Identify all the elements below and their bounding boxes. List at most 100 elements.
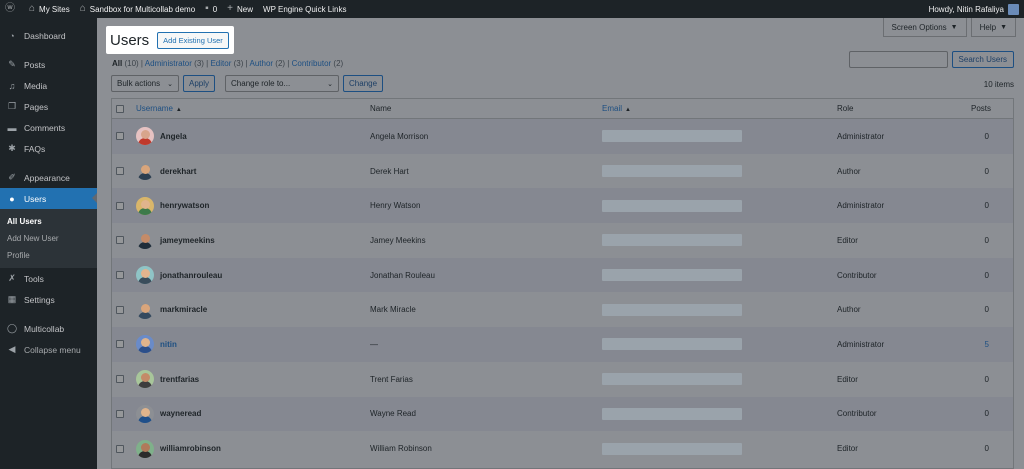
username-link[interactable]: jameymeekins xyxy=(160,236,215,245)
page-title: Users xyxy=(110,31,150,49)
howdy-label: Howdy, Nitin Rafaliya xyxy=(928,4,1004,14)
sidebar-item-label: Multicollab xyxy=(24,323,65,334)
sidebar-item-label: Collapse menu xyxy=(24,344,81,355)
user-posts-count[interactable]: 5 xyxy=(985,340,989,349)
user-full-name: Jamey Meekins xyxy=(370,235,426,245)
page-title-area: Users Add Existing User xyxy=(106,26,234,54)
username-link[interactable]: henrywatson xyxy=(160,201,209,210)
email-redacted xyxy=(602,165,742,178)
submenu-add-new-user[interactable]: Add New User xyxy=(0,230,97,247)
username-link[interactable]: jonathanrouleau xyxy=(160,271,222,280)
admin-bar: ⓦ ⌂ My Sites ⌂ Sandbox for Multicollab dem… xyxy=(0,0,1024,18)
user-posts-count: 0 xyxy=(984,166,989,176)
email-redacted xyxy=(602,407,742,420)
username-link[interactable]: williamrobinson xyxy=(160,444,221,453)
sidebar-item-appearance[interactable]: ✐ Appearance xyxy=(0,167,97,188)
submenu-profile[interactable]: Profile xyxy=(0,247,97,264)
username-link[interactable]: trentfarias xyxy=(160,375,199,384)
sidebar-item-multicollab[interactable]: ◯ Multicollab xyxy=(0,318,97,339)
filter-contributor-count: (2) xyxy=(333,59,344,68)
filter-administrator[interactable]: Administrator xyxy=(145,59,192,68)
user-full-name: — xyxy=(370,339,378,349)
account-menu[interactable]: Howdy, Nitin Rafaliya xyxy=(924,0,1024,18)
dashboard-icon: ◔ xyxy=(9,30,15,41)
sidebar-item-pages[interactable]: ❐ Pages xyxy=(0,96,97,117)
comments-menu[interactable]: ▪ 0 xyxy=(200,0,222,18)
site-name-menu[interactable]: ⌂ Sandbox for Multicollab demo xyxy=(75,0,200,18)
column-posts: Posts xyxy=(970,104,991,113)
row-checkbox[interactable] xyxy=(116,375,124,384)
filter-contributor[interactable]: Contributor xyxy=(292,59,332,68)
avatar xyxy=(136,404,154,423)
row-checkbox[interactable] xyxy=(116,201,124,210)
sidebar-item-comments[interactable]: ▬ Comments xyxy=(0,117,97,138)
user-search-box: Search Users xyxy=(848,51,1014,68)
sidebar-item-tools[interactable]: ✗ Tools xyxy=(0,268,97,289)
faq-icon: ✱ xyxy=(8,143,16,153)
row-checkbox[interactable] xyxy=(116,409,124,418)
table-row: wayneread Wayne Read Contributor 0 xyxy=(112,396,1013,432)
username-link[interactable]: Angela xyxy=(160,132,187,141)
user-posts-count: 0 xyxy=(984,374,989,384)
user-role: Editor xyxy=(837,235,858,245)
column-username[interactable]: Username ▲ xyxy=(136,104,182,113)
sidebar-item-faqs[interactable]: ✱ FAQs xyxy=(0,138,97,159)
add-existing-user-button[interactable]: Add Existing User xyxy=(157,31,229,49)
comments-icon: ▬ xyxy=(7,122,17,133)
row-checkbox[interactable] xyxy=(116,305,124,314)
change-role-select[interactable]: Change role to... ⌄ xyxy=(225,75,340,92)
username-link[interactable]: nitin xyxy=(160,340,177,349)
user-role: Contributor xyxy=(837,409,877,419)
user-full-name: Wayne Read xyxy=(370,409,416,419)
role-filter-links: All (10) | Administrator (3) | Editor (3… xyxy=(112,59,344,68)
username-link[interactable]: derekhart xyxy=(160,167,196,176)
sidebar-item-label: Users xyxy=(24,193,47,204)
admin-sidebar: ◔ Dashboard ✎ Posts ♫ Media ❐ Pages ▬ Comment… xyxy=(0,18,97,469)
table-row: trentfarias Trent Farias Editor 0 xyxy=(112,361,1013,397)
email-redacted xyxy=(602,303,742,316)
filter-editor[interactable]: Editor xyxy=(210,59,231,68)
main-content: Screen Options ▼ Help ▼ Users Add Existing… xyxy=(97,18,1024,469)
sidebar-item-label: Media xyxy=(24,80,48,91)
change-button[interactable]: Change xyxy=(343,75,384,92)
table-row: nitin — Administrator 5 xyxy=(112,327,1013,362)
quick-links-menu[interactable]: WP Engine Quick Links xyxy=(258,0,351,18)
row-checkbox[interactable] xyxy=(116,167,124,176)
my-sites-menu[interactable]: ⌂ My Sites xyxy=(24,0,75,18)
search-users-button[interactable]: Search Users xyxy=(951,51,1014,68)
new-content-menu[interactable]: + New xyxy=(222,0,258,18)
items-count: 10 items xyxy=(983,80,1014,89)
row-checkbox[interactable] xyxy=(116,444,124,453)
sidebar-item-dashboard[interactable]: ◔ Dashboard xyxy=(0,25,97,46)
row-checkbox[interactable] xyxy=(116,132,124,141)
screen-options-button[interactable]: Screen Options ▼ xyxy=(882,18,967,37)
sidebar-item-media[interactable]: ♫ Media xyxy=(0,75,97,96)
email-redacted xyxy=(602,234,742,247)
user-full-name: Trent Farias xyxy=(370,374,413,384)
username-link[interactable]: markmiracle xyxy=(160,305,207,314)
sidebar-item-users[interactable]: ● Users xyxy=(0,188,97,209)
email-redacted xyxy=(602,373,742,386)
help-button[interactable]: Help ▼ xyxy=(970,18,1016,37)
wordpress-logo[interactable]: ⓦ xyxy=(0,0,24,18)
row-checkbox[interactable] xyxy=(116,236,124,245)
submenu-all-users[interactable]: All Users xyxy=(0,213,97,230)
pages-icon: ❐ xyxy=(7,101,17,111)
sidebar-item-settings[interactable]: ▦ Settings xyxy=(0,289,97,310)
row-checkbox[interactable] xyxy=(116,340,124,349)
sidebar-collapse-menu[interactable]: ◀ Collapse menu xyxy=(0,339,97,360)
apply-button[interactable]: Apply xyxy=(183,75,216,92)
sidebar-item-label: Comments xyxy=(24,122,66,133)
filter-all[interactable]: All xyxy=(112,59,122,68)
table-body: Angela Angela Morrison Administrator 0 derek… xyxy=(112,119,1013,466)
row-checkbox[interactable] xyxy=(116,271,124,280)
user-role: Administrator xyxy=(837,339,885,349)
filter-author[interactable]: Author xyxy=(249,59,273,68)
bulk-actions-select[interactable]: Bulk actions ⌄ xyxy=(111,75,179,92)
username-link[interactable]: wayneread xyxy=(160,409,201,418)
select-all-checkbox[interactable] xyxy=(116,104,124,113)
user-role: Author xyxy=(837,166,861,176)
user-search-input[interactable] xyxy=(848,51,948,68)
sidebar-item-posts[interactable]: ✎ Posts xyxy=(0,54,97,75)
column-email[interactable]: Email ▲ xyxy=(602,104,631,113)
